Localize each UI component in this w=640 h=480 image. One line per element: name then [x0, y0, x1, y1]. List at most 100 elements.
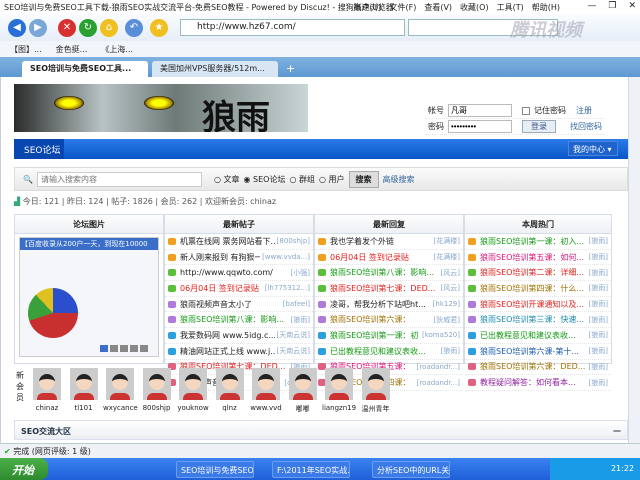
- list-item[interactable]: 06月04日 签到记录贴 [lh775312...]: [165, 281, 313, 297]
- menu-file[interactable]: 文件(F): [389, 2, 416, 13]
- member[interactable]: chinaz: [30, 368, 64, 412]
- site-logo[interactable]: 狼雨: [14, 84, 308, 132]
- thread-author[interactable]: [风云]: [441, 268, 460, 278]
- radio-article[interactable]: ○ 文章: [214, 174, 240, 185]
- list-item[interactable]: 狼雨SEO培训第七课：DED... [风云]: [315, 281, 463, 297]
- password-input[interactable]: [448, 120, 512, 133]
- thread-title[interactable]: 狼雨SEO培训第四课：什么...: [480, 283, 587, 294]
- thread-author[interactable]: [风云]: [441, 283, 460, 293]
- member-name[interactable]: qlnz: [213, 404, 247, 412]
- list-item[interactable]: 狼雨SEO培训第二课：详细... [狼雨]: [465, 265, 611, 282]
- member-name[interactable]: tl101: [67, 404, 101, 412]
- member[interactable]: 温州青年: [359, 368, 393, 414]
- thread-author[interactable]: [狼雨]: [589, 299, 608, 309]
- thread-author[interactable]: [狼雨]: [589, 346, 608, 356]
- address-bar[interactable]: http://www.hz67.com/: [180, 19, 405, 36]
- avatar[interactable]: [142, 368, 171, 400]
- vertical-scrollbar[interactable]: [628, 77, 640, 443]
- radio-user[interactable]: ○ 用户: [319, 174, 345, 185]
- taskbar-item[interactable]: SEO培训与免费SEO: [176, 461, 254, 478]
- thread-title[interactable]: 狼雨SEO培训第二课：详细...: [480, 267, 587, 278]
- member[interactable]: qlnz: [213, 368, 247, 412]
- tab-active[interactable]: SEO培训与免费SEO工具...: [22, 61, 148, 77]
- thread-author[interactable]: [花满楼]: [434, 236, 460, 246]
- thread-author[interactable]: [狼雨]: [589, 236, 608, 246]
- thread-title[interactable]: 我爱数码网 www.5idg.c...: [180, 330, 275, 341]
- thread-title[interactable]: 06月04日 签到记录贴: [180, 283, 263, 294]
- account-input[interactable]: [448, 104, 512, 117]
- collapse-toggle[interactable]: —: [613, 426, 621, 435]
- start-button[interactable]: 开始: [0, 458, 48, 480]
- list-item[interactable]: 06月04日 签到记录贴 [花满楼]: [315, 250, 463, 266]
- avatar[interactable]: [215, 368, 244, 400]
- forgot-password-link[interactable]: 找回密码: [570, 121, 602, 132]
- thread-author[interactable]: [lh775312...]: [265, 284, 310, 292]
- list-item[interactable]: 狼雨SEO培训第八课：影响... [风云]: [315, 265, 463, 282]
- list-item[interactable]: 已出教程意见和建议表收... [狼雨]: [465, 328, 611, 344]
- thread-title[interactable]: 新人刚来报到 有狗狠一: [180, 252, 260, 263]
- maximize-button[interactable]: ❐: [608, 1, 616, 11]
- radio-group[interactable]: ○ 群组: [289, 174, 315, 185]
- thread-title[interactable]: 狼雨视频声音太小了: [180, 299, 281, 310]
- member[interactable]: youknow: [176, 368, 210, 412]
- undo-icon[interactable]: ↶: [125, 18, 143, 37]
- taskbar-item[interactable]: F:\2011年SEO实战...: [272, 461, 350, 478]
- thread-author[interactable]: [天南云说]: [277, 330, 310, 340]
- menu-tools[interactable]: 工具(T): [497, 2, 524, 13]
- back-icon[interactable]: ◀: [8, 18, 26, 37]
- thread-author[interactable]: [hk129]: [433, 300, 460, 308]
- thread-author[interactable]: [狼雨]: [589, 330, 608, 340]
- avatar[interactable]: [69, 368, 98, 400]
- thread-title[interactable]: 凌哥，帮我分析下站吧ht...: [330, 299, 431, 310]
- thread-author[interactable]: [狼雨]: [589, 378, 608, 388]
- thread-author[interactable]: [狄威君]: [434, 315, 460, 325]
- menu-help[interactable]: 帮助(H): [532, 2, 560, 13]
- thread-title[interactable]: 机票在线网 票务网站看下...: [180, 236, 275, 247]
- list-item[interactable]: 教程疑问解答：如何看本... [狼雨]: [465, 375, 611, 391]
- search-input[interactable]: [36, 171, 202, 187]
- list-item[interactable]: 狼雨SEO培训第五课：如何... [狼雨]: [465, 250, 611, 266]
- list-item[interactable]: 狼雨SEO培训第一课：初入... [狼雨]: [465, 234, 611, 250]
- stop-icon[interactable]: ✕: [58, 18, 76, 37]
- thread-title[interactable]: 已出教程意见和建议表收...: [330, 346, 439, 357]
- thread-author[interactable]: [天南云说]: [277, 346, 310, 356]
- menu-view[interactable]: 查看(V): [424, 2, 452, 13]
- menu-favorites[interactable]: 收藏(O): [460, 2, 489, 13]
- member[interactable]: wxycance: [103, 368, 138, 412]
- radio-forum[interactable]: ◉ SEO论坛: [244, 174, 286, 185]
- thread-title[interactable]: 狼雨SEO培训第三课：快速...: [480, 314, 587, 325]
- avatar[interactable]: [361, 368, 390, 400]
- member-name[interactable]: liangzn19: [322, 404, 356, 412]
- thread-author[interactable]: [狼雨]: [589, 252, 608, 262]
- thread-title[interactable]: 我也学着发个外链: [330, 236, 432, 247]
- thread-title[interactable]: 狼雨SEO培训第一课：初: [330, 330, 420, 341]
- avatar[interactable]: [179, 368, 207, 400]
- thread-author[interactable]: [狼雨]: [291, 315, 310, 325]
- search-button[interactable]: 搜索: [348, 170, 379, 188]
- member-name[interactable]: chinaz: [30, 404, 64, 412]
- slideshow-image[interactable]: 【百度收录从200户一天，到现在10000: [19, 237, 159, 357]
- login-button[interactable]: 登录: [522, 120, 556, 133]
- nav-seo-forum[interactable]: SEO论坛: [14, 139, 64, 159]
- thread-title[interactable]: 狼雨SEO培训开课通知以及...: [480, 299, 587, 310]
- thread-title[interactable]: 06月04日 签到记录贴: [330, 252, 432, 263]
- list-item[interactable]: 精油网站正式上线 www.j... [天南云说]: [165, 344, 313, 360]
- favorite-item[interactable]: 【图】...: [10, 44, 42, 55]
- minimize-button[interactable]: —: [587, 1, 596, 11]
- member[interactable]: liangzn19: [322, 368, 356, 412]
- home-icon[interactable]: ⌂: [100, 18, 118, 37]
- avatar[interactable]: [252, 368, 280, 400]
- member-name[interactable]: youknow: [176, 404, 210, 412]
- thread-title[interactable]: 狼雨SEO培训第六课：DED...: [480, 361, 587, 372]
- thread-author[interactable]: [bafeel]: [283, 300, 310, 308]
- list-item[interactable]: 我爱数码网 www.5idg.c... [天南云说]: [165, 328, 313, 344]
- new-tab-icon[interactable]: +: [282, 62, 299, 77]
- thread-title[interactable]: 教程疑问解答：如何看本...: [480, 377, 587, 388]
- member[interactable]: tl101: [67, 368, 101, 412]
- thread-title[interactable]: http://www.qqwto.com/: [180, 268, 289, 277]
- thread-author[interactable]: [800shjp]: [277, 237, 310, 245]
- register-link[interactable]: 注册: [576, 105, 592, 116]
- my-center-dropdown[interactable]: 我的中心 ▾: [568, 141, 618, 156]
- member-name[interactable]: 800shjp: [140, 404, 174, 412]
- member-name[interactable]: 温州青年: [359, 404, 393, 414]
